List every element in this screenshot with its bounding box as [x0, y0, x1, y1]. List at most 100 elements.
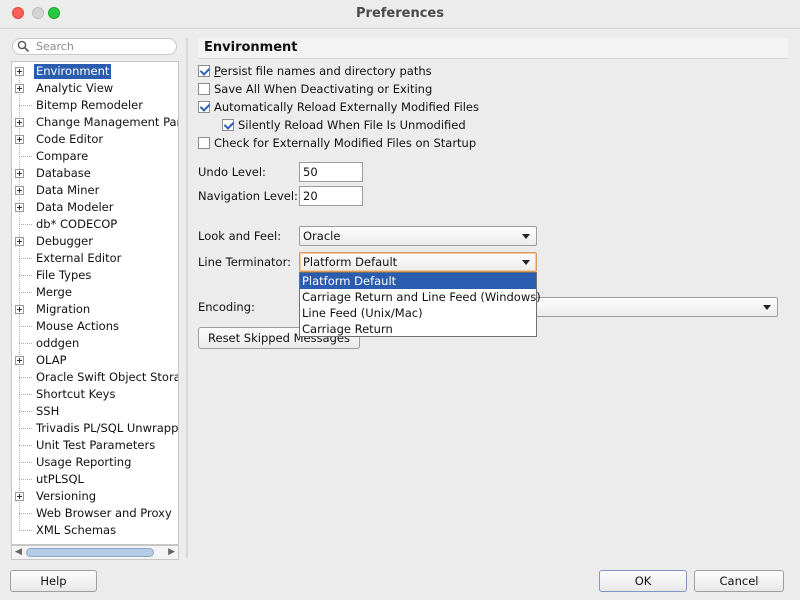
tree-item[interactable]: Merge	[12, 284, 178, 301]
tree-item[interactable]: utPLSQL	[12, 471, 178, 488]
line-terminator-select[interactable]: Platform Default	[299, 252, 537, 272]
tree-item[interactable]: Environment	[12, 63, 178, 80]
dropdown-option[interactable]: Carriage Return	[300, 321, 536, 337]
expand-plus-icon[interactable]	[15, 67, 24, 76]
navigation-level-field[interactable]: 20	[299, 186, 363, 206]
expand-plus-icon[interactable]	[15, 169, 24, 178]
tree-item[interactable]: db* CODECOP	[12, 216, 178, 233]
tree-item[interactable]: OLAP	[12, 352, 178, 369]
line-terminator-label: Line Terminator:	[198, 255, 291, 269]
look-and-feel-value: Oracle	[303, 229, 341, 243]
checkbox-box[interactable]	[198, 101, 210, 113]
expand-plus-icon[interactable]	[15, 186, 24, 195]
tree-item-label: Data Miner	[36, 183, 100, 197]
encoding-label: Encoding:	[198, 300, 255, 314]
tree-leaf-connector	[19, 292, 32, 293]
tree-item[interactable]: Usage Reporting	[12, 454, 178, 471]
tree-item-label: Mouse Actions	[36, 319, 119, 333]
line-terminator-dropdown-list[interactable]: Platform Default Carriage Return and Line…	[299, 272, 541, 337]
checkbox-box[interactable]	[198, 65, 210, 77]
tree-item[interactable]: Data Miner	[12, 182, 178, 199]
tree-item-label: SSH	[36, 404, 60, 418]
help-button[interactable]: Help	[10, 570, 97, 592]
checkbox-label: Automatically Reload Externally Modified…	[214, 100, 479, 114]
tree-leaf-connector	[19, 343, 32, 344]
tree-item-label: Oracle Swift Object Storage	[36, 370, 178, 384]
chevron-down-icon	[522, 260, 530, 265]
look-and-feel-select[interactable]: Oracle	[299, 226, 537, 246]
tree-item[interactable]: Debugger	[12, 233, 178, 250]
tree-item-label: Migration	[36, 302, 91, 316]
expand-plus-icon[interactable]	[15, 356, 24, 365]
cancel-button[interactable]: Cancel	[694, 570, 784, 592]
expand-plus-icon[interactable]	[15, 118, 24, 127]
tree-item[interactable]: Analytic View	[12, 80, 178, 97]
preferences-tree[interactable]: Environment Analytic View Bitemp Remodeler…	[11, 61, 179, 545]
expand-plus-icon[interactable]	[15, 135, 24, 144]
tree-leaf-connector	[19, 156, 32, 157]
cancel-button-label: Cancel	[719, 574, 759, 588]
tree-horizontal-scrollbar[interactable]: ◀ ▶	[11, 545, 179, 560]
tree-item-label: Merge	[36, 285, 72, 299]
ok-button[interactable]: OK	[599, 570, 687, 592]
checkbox-label: Persist file names and directory paths	[214, 64, 432, 78]
expand-plus-icon[interactable]	[15, 492, 24, 501]
tree-item[interactable]: Mouse Actions	[12, 318, 178, 335]
tree-item[interactable]: Migration	[12, 301, 178, 318]
navigation-level-label: Navigation Level:	[198, 189, 298, 203]
tree-item-label: Change Management Param	[36, 115, 178, 129]
tree-item[interactable]: File Types	[12, 267, 178, 284]
search-placeholder: Search	[36, 40, 74, 53]
checkbox-box[interactable]	[198, 83, 210, 95]
tree-item[interactable]: Code Editor	[12, 131, 178, 148]
tree-item[interactable]: SSH	[12, 403, 178, 420]
tree-leaf-connector	[19, 411, 32, 412]
tree-item[interactable]: Bitemp Remodeler	[12, 97, 178, 114]
panel-header: Environment	[198, 38, 788, 59]
tree-item[interactable]: Unit Test Parameters	[12, 437, 178, 454]
tree-item[interactable]: Database	[12, 165, 178, 182]
tree-item[interactable]: Change Management Param	[12, 114, 178, 131]
expand-plus-icon[interactable]	[15, 84, 24, 93]
tree-leaf-connector	[19, 513, 32, 514]
tree-item-label: Usage Reporting	[36, 455, 132, 469]
expand-plus-icon[interactable]	[15, 203, 24, 212]
chevron-down-icon	[763, 305, 771, 310]
checkbox-box[interactable]	[198, 137, 210, 149]
tree-leaf-connector	[19, 445, 32, 446]
checkbox-box[interactable]	[222, 119, 234, 131]
tree-item-label: Trivadis PL/SQL Unwrapper	[36, 421, 179, 435]
dropdown-option[interactable]: Line Feed (Unix/Mac)	[300, 305, 536, 321]
dropdown-option[interactable]: Carriage Return and Line Feed (Windows)	[300, 289, 541, 305]
dropdown-option[interactable]: Platform Default	[300, 273, 536, 289]
scrollbar-thumb[interactable]	[26, 548, 154, 557]
tree-item-label: Data Modeler	[36, 200, 114, 214]
tree-item[interactable]: Shortcut Keys	[12, 386, 178, 403]
scroll-right-icon[interactable]: ▶	[168, 547, 175, 557]
pane-splitter[interactable]	[186, 38, 188, 558]
tree-item[interactable]: Oracle Swift Object Storage	[12, 369, 178, 386]
tree-item[interactable]: External Editor	[12, 250, 178, 267]
expand-plus-icon[interactable]	[15, 237, 24, 246]
window-title: Preferences	[356, 6, 444, 21]
tree-item[interactable]: Versioning	[12, 488, 178, 505]
tree-item-label: Database	[36, 166, 91, 180]
tree-item[interactable]: Web Browser and Proxy	[12, 505, 178, 522]
tree-item-label: Compare	[36, 149, 89, 163]
tree-leaf-connector	[19, 105, 32, 106]
tree-leaf-connector	[19, 428, 32, 429]
tree-item[interactable]: oddgen	[12, 335, 178, 352]
undo-level-label: Undo Level:	[198, 165, 266, 179]
tree-item-label: Analytic View	[36, 81, 114, 95]
tree-item[interactable]: Compare	[12, 148, 178, 165]
look-and-feel-label: Look and Feel:	[198, 229, 282, 243]
tree-item[interactable]: XML Schemas	[12, 522, 178, 539]
search-input[interactable]: Search	[12, 38, 177, 55]
scroll-left-icon[interactable]: ◀	[15, 547, 22, 557]
tree-item[interactable]: Data Modeler	[12, 199, 178, 216]
checkbox-label: Check for Externally Modified Files on S…	[214, 136, 477, 150]
undo-level-field[interactable]: 50	[299, 162, 363, 182]
expand-plus-icon[interactable]	[15, 305, 24, 314]
tree-item[interactable]: Trivadis PL/SQL Unwrapper	[12, 420, 179, 437]
panel-title: Environment	[204, 40, 298, 55]
